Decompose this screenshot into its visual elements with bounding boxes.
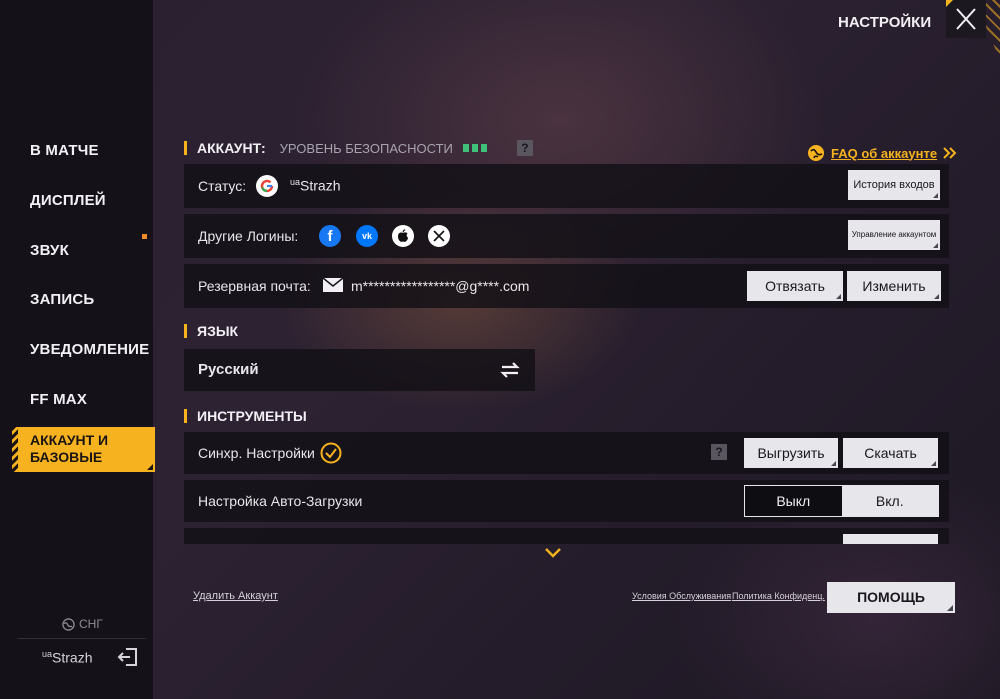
backup-email-label: Резервная почта: xyxy=(198,278,311,294)
account-heading-row: АККАУНТ: УРОВЕНЬ БЕЗОПАСНОСТИ ? xyxy=(184,140,533,156)
region-indicator: СНГ xyxy=(62,617,103,631)
language-selector[interactable]: Русский xyxy=(184,349,535,391)
help-button[interactable]: ПОМОЩЬ xyxy=(827,582,955,613)
login-history-button[interactable]: История входов xyxy=(848,170,940,200)
account-heading: АККАУНТ: xyxy=(197,140,266,156)
sidebar-item-ff-max[interactable]: FF MAX xyxy=(30,391,87,408)
status-row: Статус: uaStrazh История входов xyxy=(184,164,949,208)
status-username: uaStrazh xyxy=(290,177,340,194)
envelope-icon xyxy=(322,277,344,292)
toggle-off-option[interactable]: Выкл xyxy=(745,486,842,516)
vk-icon[interactable]: vk xyxy=(356,225,378,247)
sync-settings-row: Синхр. Настройки ? Выгрузить Скачать xyxy=(184,432,949,474)
status-username-prefix: ua xyxy=(290,177,301,187)
x-twitter-icon[interactable] xyxy=(428,225,450,247)
double-chevron-right-icon xyxy=(943,147,957,159)
close-button[interactable] xyxy=(946,0,986,38)
active-stripes xyxy=(12,427,18,472)
security-level-label: УРОВЕНЬ БЕЗОПАСНОСТИ xyxy=(279,140,453,156)
upload-button[interactable]: Выгрузить xyxy=(744,438,838,468)
unlink-button[interactable]: Отвязать xyxy=(747,271,843,301)
region-label: СНГ xyxy=(79,617,103,631)
username-prefix: ua xyxy=(42,649,53,659)
autoload-label: Настройка Авто-Загрузки xyxy=(198,493,363,509)
sidebar-item-in-match[interactable]: В МАТЧЕ xyxy=(30,142,99,159)
partially-hidden-button[interactable] xyxy=(843,534,938,544)
faq-link-text: FAQ об аккаунте xyxy=(831,145,938,161)
terms-link[interactable]: Условия Обслуживания xyxy=(632,591,731,601)
page-title: НАСТРОЙКИ xyxy=(838,14,932,31)
sidebar: В МАТЧЕ ДИСПЛЕЙ ЗВУК ЗАПИСЬ УВЕДОМЛЕНИЕ … xyxy=(0,0,155,699)
sidebar-item-notification[interactable]: УВЕДОМЛЕНИЕ xyxy=(30,341,149,358)
sidebar-username: uaStrazh xyxy=(42,649,92,666)
change-button[interactable]: Изменить xyxy=(847,271,941,301)
security-help-icon[interactable]: ? xyxy=(516,140,533,156)
sync-help-icon[interactable]: ? xyxy=(711,444,727,460)
sync-settings-label: Синхр. Настройки xyxy=(198,445,315,461)
sidebar-item-sound[interactable]: ЗВУК xyxy=(30,242,69,259)
username-text: Strazh xyxy=(52,649,93,666)
chevron-down-icon[interactable] xyxy=(544,547,562,559)
globe-icon xyxy=(62,617,75,631)
language-heading: ЯЗЫК xyxy=(197,323,239,339)
faq-account-link[interactable]: FAQ об аккаунте xyxy=(807,144,957,162)
partially-hidden-row xyxy=(184,528,949,544)
other-logins-label: Другие Логины: xyxy=(198,228,299,244)
security-level-bars xyxy=(462,144,487,152)
globe-icon xyxy=(808,145,824,161)
autoload-toggle[interactable]: Выкл Вкл. xyxy=(744,485,939,517)
language-value: Русский xyxy=(198,361,259,378)
manage-account-button[interactable]: Управление аккаунтом xyxy=(848,220,940,250)
sidebar-item-record[interactable]: ЗАПИСЬ xyxy=(30,291,94,308)
delete-account-link[interactable]: Удалить Аккаунт xyxy=(193,590,278,602)
sidebar-item-display[interactable]: ДИСПЛЕЙ xyxy=(30,192,106,209)
google-icon xyxy=(256,175,278,197)
privacy-link[interactable]: Политика Конфиденц. xyxy=(732,591,825,601)
toggle-on-option[interactable]: Вкл. xyxy=(841,486,938,516)
other-logins-row: Другие Логины: f vk Управление аккаунтом xyxy=(184,214,949,258)
facebook-icon[interactable]: f xyxy=(319,225,341,247)
apple-icon[interactable] xyxy=(392,225,414,247)
tools-heading: ИНСТРУМЕНТЫ xyxy=(197,408,307,424)
sidebar-item-label: АККАУНТ И БАЗОВЫЕ xyxy=(30,432,109,465)
status-username-text: Strazh xyxy=(300,177,341,194)
logout-icon[interactable] xyxy=(117,646,139,668)
backup-email-row: Резервная почта: m*****************@g***… xyxy=(184,264,949,308)
backup-email-value: m*****************@g****.com xyxy=(351,278,530,294)
sidebar-item-account-basic[interactable]: АККАУНТ И БАЗОВЫЕ xyxy=(12,427,155,472)
divider xyxy=(18,638,146,639)
check-circle-icon xyxy=(320,442,342,464)
swap-icon xyxy=(500,362,520,378)
tools-heading-row: ИНСТРУМЕНТЫ xyxy=(184,408,307,424)
status-label: Статус: xyxy=(198,178,247,194)
language-heading-row: ЯЗЫК xyxy=(184,323,238,339)
notification-dot xyxy=(142,234,147,239)
download-button[interactable]: Скачать xyxy=(843,438,938,468)
